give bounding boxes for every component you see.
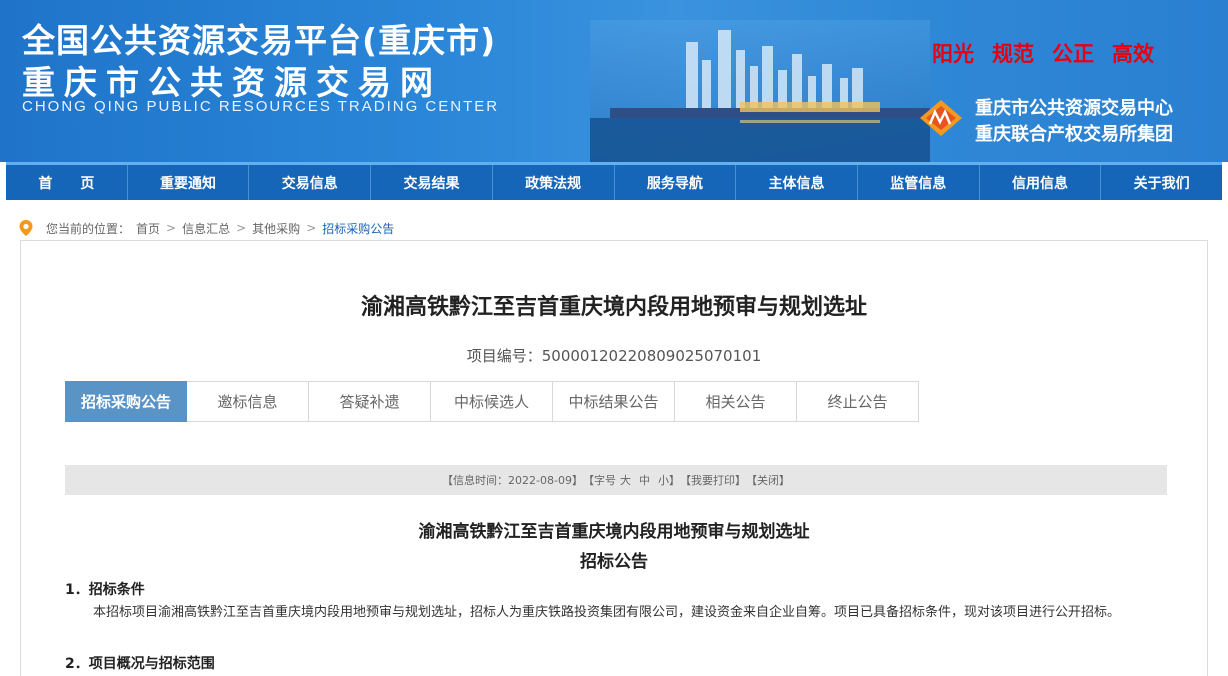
site-title-english: CHONG QING PUBLIC RESOURCES TRADING CENT… bbox=[22, 98, 500, 115]
document-title: 渝湘高铁黔江至吉首重庆境内段用地预审与规划选址 bbox=[418, 522, 810, 542]
nav-trade-results[interactable]: 交易结果 bbox=[371, 165, 493, 200]
breadcrumb-separator: > bbox=[166, 221, 177, 235]
main-nav: 首 页 重要通知 交易信息 交易结果 政策法规 服务导航 主体信息 监管信息 信… bbox=[6, 162, 1222, 200]
project-title: 渝湘高铁黔江至吉首重庆境内段用地预审与规划选址 bbox=[360, 294, 867, 320]
document-subtitle: 招标公告 bbox=[580, 552, 648, 572]
info-time: 【信息时间：2022-08-09】 bbox=[442, 474, 583, 487]
close-button[interactable]: 【关闭】 bbox=[746, 472, 790, 488]
section-1-text: 本招标项目渝湘高铁黔江至吉首重庆境内段用地预审与规划选址，招标人为重庆铁路投资集… bbox=[93, 605, 1121, 620]
slogan-1: 阳光 bbox=[932, 42, 974, 66]
tab-invitation-info[interactable]: 邀标信息 bbox=[187, 381, 309, 422]
breadcrumb-other-purchase[interactable]: 其他采购 bbox=[252, 220, 300, 237]
tab-termination-notice[interactable]: 终止公告 bbox=[797, 381, 919, 422]
nav-home[interactable]: 首 页 bbox=[6, 165, 128, 200]
nav-about[interactable]: 关于我们 bbox=[1101, 165, 1222, 200]
tab-related-notices[interactable]: 相关公告 bbox=[675, 381, 797, 422]
breadcrumb-home[interactable]: 首页 bbox=[136, 220, 160, 237]
site-subtitle: 重庆市公共资源交易网 bbox=[22, 63, 442, 102]
slogan-3: 公正 bbox=[1052, 42, 1094, 66]
font-size-label: 【字号 bbox=[582, 474, 616, 487]
nav-supervision[interactable]: 监管信息 bbox=[858, 165, 980, 200]
font-small-button[interactable]: 小】 bbox=[658, 472, 680, 488]
city-skyline-image bbox=[590, 20, 930, 162]
nav-trade-info[interactable]: 交易信息 bbox=[249, 165, 372, 200]
breadcrumb-separator: > bbox=[306, 221, 317, 235]
nav-credit[interactable]: 信用信息 bbox=[980, 165, 1102, 200]
tab-tender-notice[interactable]: 招标采购公告 bbox=[65, 381, 187, 422]
org-name-2: 重庆联合产权交易所集团 bbox=[975, 124, 1173, 145]
project-number: 项目编号：500001202208090250701​01 bbox=[466, 347, 762, 365]
location-pin-icon bbox=[19, 220, 33, 236]
nav-policies[interactable]: 政策法规 bbox=[493, 165, 615, 200]
tab-qa-supplement[interactable]: 答疑补遗 bbox=[309, 381, 431, 422]
breadcrumb: 您当前的位置： 首页 > 信息汇总 > 其他采购 > 招标采购公告 bbox=[18, 216, 400, 240]
font-medium-button[interactable]: 中 bbox=[639, 472, 650, 488]
slogans: 阳光 规范 公正 高效 bbox=[932, 38, 1154, 68]
tab-winning-candidates[interactable]: 中标候选人 bbox=[431, 381, 553, 422]
site-banner: 全国公共资源交易平台(重庆市) 重庆市公共资源交易网 CHONG QING PU… bbox=[0, 0, 1228, 162]
breadcrumb-separator: > bbox=[236, 221, 247, 235]
info-bar: 【信息时间：2022-08-09】 【字号 大 中 小】 【我要打印】 【关闭】 bbox=[65, 465, 1167, 495]
content-panel: 渝湘高铁黔江至吉首重庆境内段用地预审与规划选址 项目编号：50000120220… bbox=[20, 240, 1208, 676]
org-name-1: 重庆市公共资源交易中心 bbox=[975, 98, 1173, 119]
print-button[interactable]: 【我要打印】 bbox=[680, 472, 746, 488]
slogan-2: 规范 bbox=[992, 42, 1034, 66]
font-large-button[interactable]: 大 bbox=[620, 472, 631, 488]
slogan-4: 高效 bbox=[1112, 42, 1154, 66]
breadcrumb-info-summary[interactable]: 信息汇总 bbox=[182, 220, 230, 237]
nav-service-guide[interactable]: 服务导航 bbox=[615, 165, 737, 200]
nav-notices[interactable]: 重要通知 bbox=[128, 165, 250, 200]
org-logo-icon bbox=[920, 100, 962, 136]
tab-winning-results[interactable]: 中标结果公告 bbox=[553, 381, 675, 422]
site-title: 全国公共资源交易平台(重庆市) bbox=[22, 21, 497, 60]
section-2-heading: 2．项目概况与招标范围 bbox=[65, 656, 215, 672]
breadcrumb-current[interactable]: 招标采购公告 bbox=[322, 220, 394, 237]
nav-entity-info[interactable]: 主体信息 bbox=[736, 165, 858, 200]
breadcrumb-prefix: 您当前的位置： bbox=[46, 221, 131, 236]
announcement-tabs: 招标采购公告 邀标信息 答疑补遗 中标候选人 中标结果公告 相关公告 终止公告 bbox=[65, 381, 919, 422]
section-1-heading: 1．招标条件 bbox=[65, 582, 145, 598]
